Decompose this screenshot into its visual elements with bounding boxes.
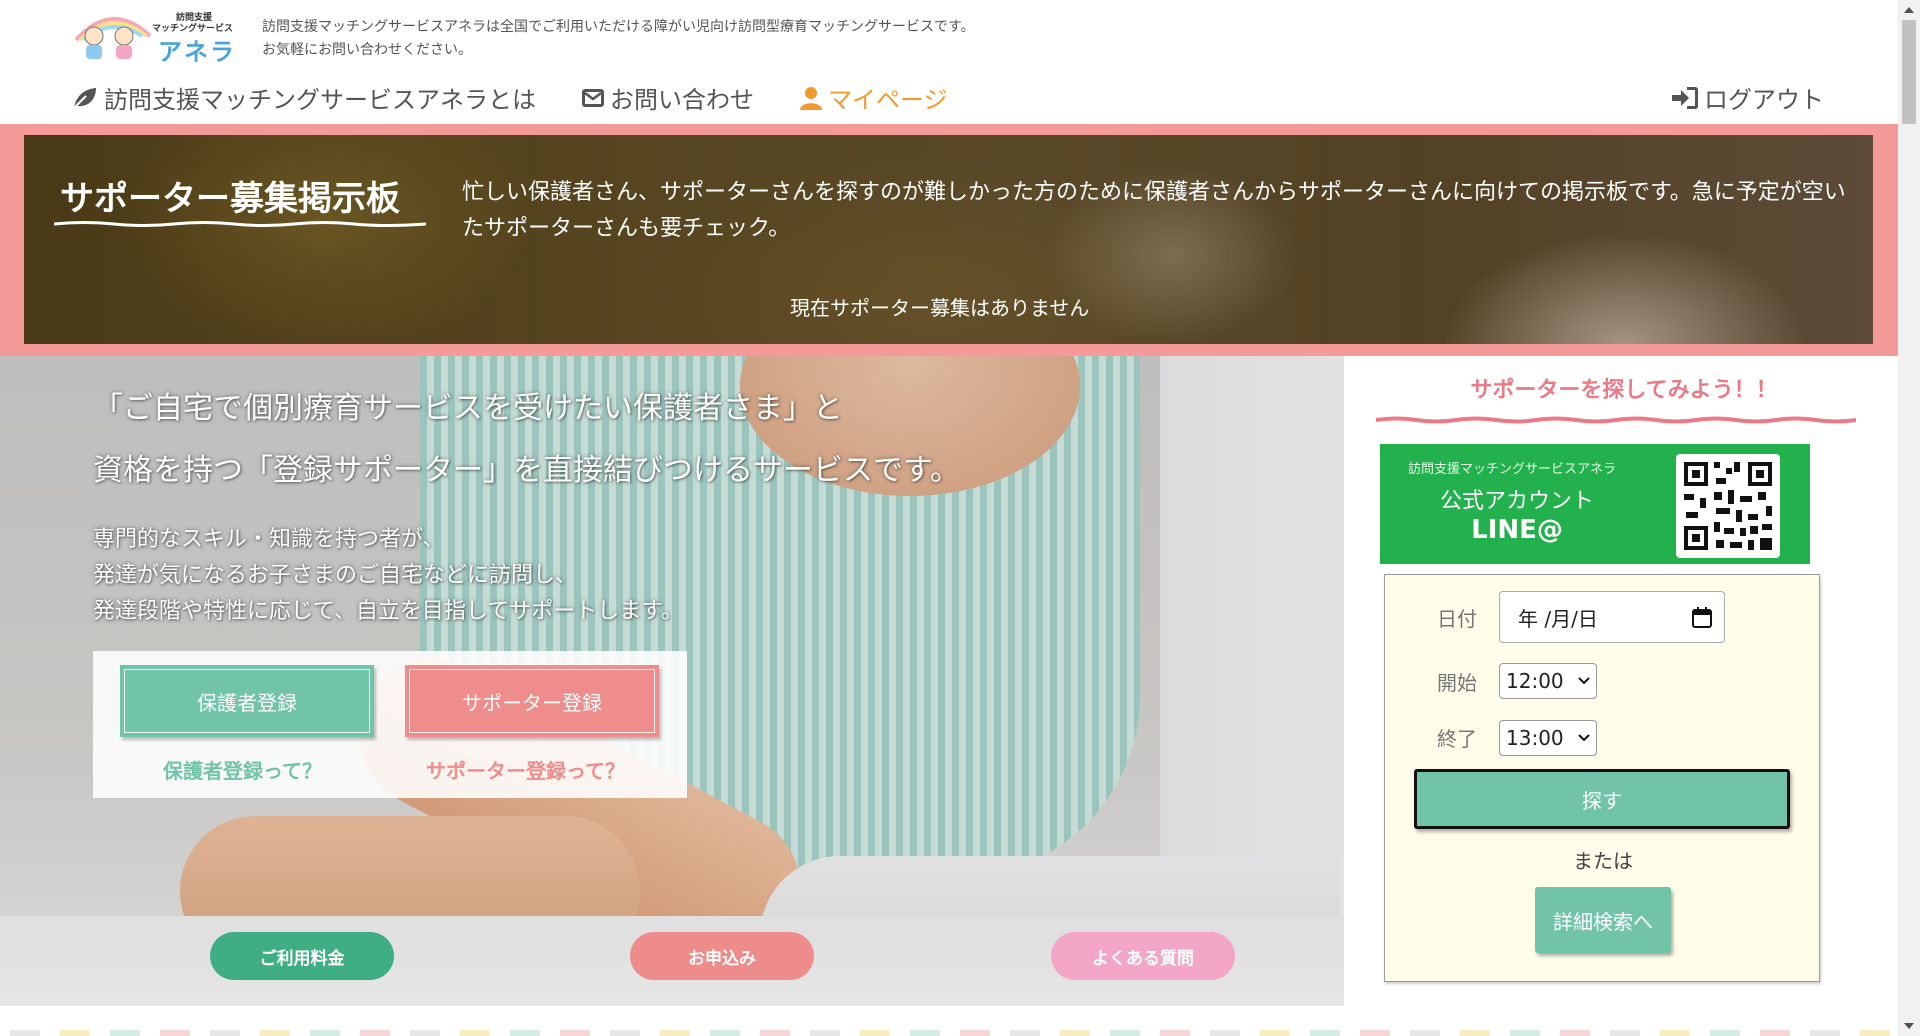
faq-button[interactable]: よくある質問 [1051, 932, 1235, 980]
calendar-icon[interactable] [1692, 606, 1712, 628]
line-banner-name: LINE@ [1471, 515, 1563, 545]
search-sidebar: サポーターを探してみよう！！ 訪問支援マッチングサービスアネラ 公式アカウント … [1344, 356, 1898, 1006]
hero-sub-line2: 発達が気になるお子さまのご自宅などに訪問し、 [93, 563, 578, 588]
supporter-register-info-link[interactable]: サポーター登録って？ [426, 755, 625, 784]
board-status: 現在サポーター募集はありません [790, 296, 1090, 320]
tagline-line2: お気軽にお問い合わせください。 [262, 42, 472, 58]
site-header: 訪問支援 マッチングサービス アネラ 訪問支援マッチングサービスアネラは全国でご… [0, 0, 1920, 124]
hero-subtext: 専門的なスキル・知識を持つ者が、 発達が気になるお子さまのご自宅などに訪問し、 … [93, 522, 683, 630]
apply-button[interactable]: お申込み [630, 932, 814, 980]
nav-mypage-label: マイページ [828, 86, 948, 114]
scrollbar-thumb[interactable] [1902, 20, 1916, 124]
user-icon [800, 86, 822, 110]
parent-register-button[interactable]: 保護者登録 [120, 665, 374, 737]
start-label: 開始 [1437, 671, 1477, 695]
end-label: 終了 [1437, 727, 1477, 751]
fee-button[interactable]: ご利用料金 [210, 932, 394, 980]
board-title-underline [54, 221, 426, 227]
or-text: または [1573, 849, 1633, 873]
nav-logout[interactable]: ログアウト [1672, 80, 1824, 115]
search-title-underline [1376, 416, 1856, 424]
site-logo[interactable]: 訪問支援 マッチングサービス アネラ [72, 6, 248, 66]
leaf-icon [73, 87, 96, 109]
site-tagline: 訪問支援マッチングサービスアネラは全国でご利用いただける障がい児向け訪問型療育マ… [262, 16, 1162, 62]
supporter-board-banner: サポーター募集掲示板 忙しい保護者さん、サポーターさんを探すのが難しかった方のた… [0, 124, 1898, 356]
scroll-up-icon[interactable] [1903, 5, 1915, 15]
hero-headline-line2: 資格を持つ「登録サポーター」を直接結びつけるサービスです。 [93, 453, 960, 488]
envelope-icon [582, 88, 604, 107]
hero-section: 「ご自宅で個別療育サービスを受けたい保護者さま」と 資格を持つ「登録サポーター」… [0, 356, 1344, 1006]
nav-mypage[interactable]: マイページ [800, 80, 948, 115]
chevron-down-icon [1578, 677, 1590, 685]
start-time-select[interactable]: 12:00 [1499, 663, 1597, 699]
nav-logout-label: ログアウト [1704, 86, 1824, 114]
line-banner-account: 公式アカウント [1440, 489, 1595, 514]
logo-name: アネラ [158, 38, 236, 66]
detail-search-button[interactable]: 詳細検索へ [1535, 887, 1671, 953]
hero-sub-line3: 発達段階や特性に応じて、自立を目指してサポートします。 [93, 599, 684, 624]
qr-code-icon [1676, 454, 1780, 558]
date-input[interactable]: 年 /月/日 [1499, 591, 1725, 643]
supporter-register-button[interactable]: サポーター登録 [405, 665, 659, 737]
board-title: サポーター募集掲示板 [60, 179, 400, 219]
parent-register-info-link[interactable]: 保護者登録って？ [163, 755, 322, 784]
end-time-value: 13:00 [1506, 726, 1564, 750]
hero-headline-line1: 「ご自宅で個別療育サービスを受けたい保護者さま」と [93, 391, 843, 426]
end-time-select[interactable]: 13:00 [1499, 720, 1597, 756]
page-scrollbar[interactable] [1898, 0, 1920, 1036]
hero-headline: 「ご自宅で個別療育サービスを受けたい保護者さま」と 資格を持つ「登録サポーター」… [93, 378, 960, 502]
chevron-down-icon [1578, 734, 1590, 742]
board-description: 忙しい保護者さん、サポーターさんを探すのが難しかった方のために保護者さんからサポ… [462, 180, 1846, 241]
board-background: サポーター募集掲示板 忙しい保護者さん、サポーターさんを探すのが難しかった方のた… [24, 135, 1873, 344]
search-form: 日付 年 /月/日 開始 12:00 終了 13:00 探す または 詳細検索へ [1384, 574, 1820, 982]
scroll-down-icon[interactable] [1903, 1021, 1915, 1031]
start-time-value: 12:00 [1506, 669, 1564, 693]
line-banner-text: 公式アカウント LINE@ [1440, 488, 1594, 544]
date-input-value: 年 /月/日 [1518, 606, 1598, 631]
date-label: 日付 [1437, 607, 1477, 631]
main-nav: 訪問支援マッチングサービスアネラとは お問い合わせ マイページ ログアウト [0, 80, 1900, 120]
decorative-footer-strip [0, 1028, 1898, 1036]
nav-about[interactable]: 訪問支援マッチングサービスアネラとは [72, 80, 536, 115]
registration-box: 保護者登録 サポーター登録 保護者登録って？ サポーター登録って？ [93, 651, 687, 798]
tagline-line1: 訪問支援マッチングサービスアネラは全国でご利用いただける障がい児向け訪問型療育マ… [262, 19, 975, 35]
search-sidebar-title: サポーターを探してみよう！！ [1470, 378, 1778, 403]
hero-sub-line1: 専門的なスキル・知識を持つ者が、 [93, 527, 445, 552]
search-button[interactable]: 探す [1414, 769, 1790, 829]
sign-in-icon [1672, 86, 1698, 109]
nav-contact[interactable]: お問い合わせ [582, 80, 754, 115]
nav-about-label: 訪問支援マッチングサービスアネラとは [104, 86, 536, 114]
nav-contact-label: お問い合わせ [610, 86, 754, 114]
line-account-banner[interactable]: 訪問支援マッチングサービスアネラ 公式アカウント LINE@ [1380, 444, 1810, 564]
line-banner-service: 訪問支援マッチングサービスアネラ [1408, 462, 1617, 477]
